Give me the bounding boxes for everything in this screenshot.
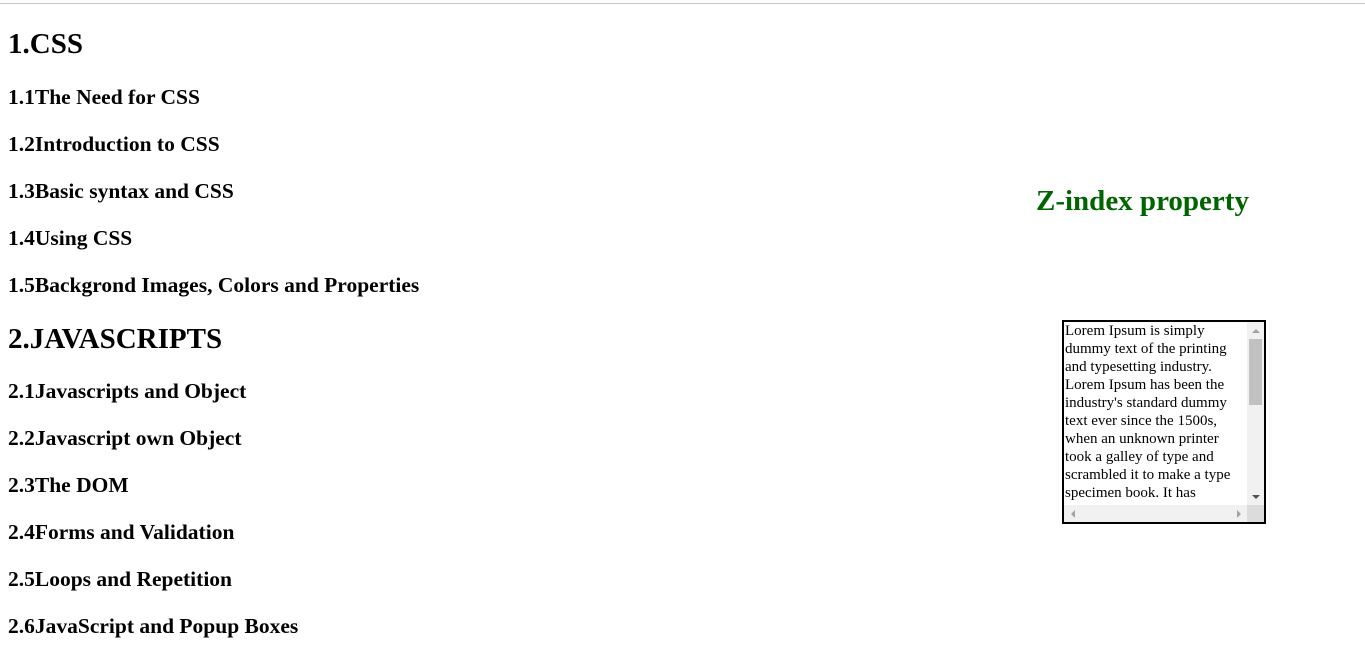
arrow-up-icon[interactable] [1247, 322, 1264, 339]
toc-item: 2.1Javascripts and Object [8, 379, 247, 403]
scrollable-text-box[interactable]: Lorem Ipsum is simply dummy text of the … [1062, 320, 1266, 524]
z-index-heading: Z-index property [1036, 185, 1249, 217]
toc-item: 2.3The DOM [8, 473, 129, 497]
toc-item: 2.6JavaScript and Popup Boxes [8, 614, 299, 638]
arrow-down-icon[interactable] [1247, 488, 1264, 505]
section-heading-javascripts: 2.JAVASCRIPTS [8, 323, 223, 355]
toc-item: 2.5Loops and Repetition [8, 567, 232, 591]
horizontal-scrollbar[interactable] [1064, 505, 1247, 522]
vertical-scrollbar[interactable] [1247, 322, 1264, 505]
scrollbar-corner [1247, 505, 1264, 522]
top-divider [0, 3, 1365, 4]
toc-item: 1.2Introduction to CSS [8, 132, 220, 156]
toc-item: 1.5Backgrond Images, Colors and Properti… [8, 273, 420, 297]
scroll-box-text: Lorem Ipsum is simply dummy text of the … [1065, 323, 1231, 501]
toc-item: 2.2Javascript own Object [8, 426, 242, 450]
vertical-scroll-thumb[interactable] [1249, 339, 1262, 405]
toc-item: 1.1The Need for CSS [8, 85, 200, 109]
toc-item: 1.4Using CSS [8, 226, 133, 250]
arrow-right-icon[interactable] [1230, 505, 1247, 522]
arrow-left-icon[interactable] [1064, 505, 1081, 522]
toc-item: 1.3Basic syntax and CSS [8, 179, 234, 203]
section-heading-css: 1.CSS [8, 28, 83, 60]
toc-item: 2.4Forms and Validation [8, 520, 235, 544]
